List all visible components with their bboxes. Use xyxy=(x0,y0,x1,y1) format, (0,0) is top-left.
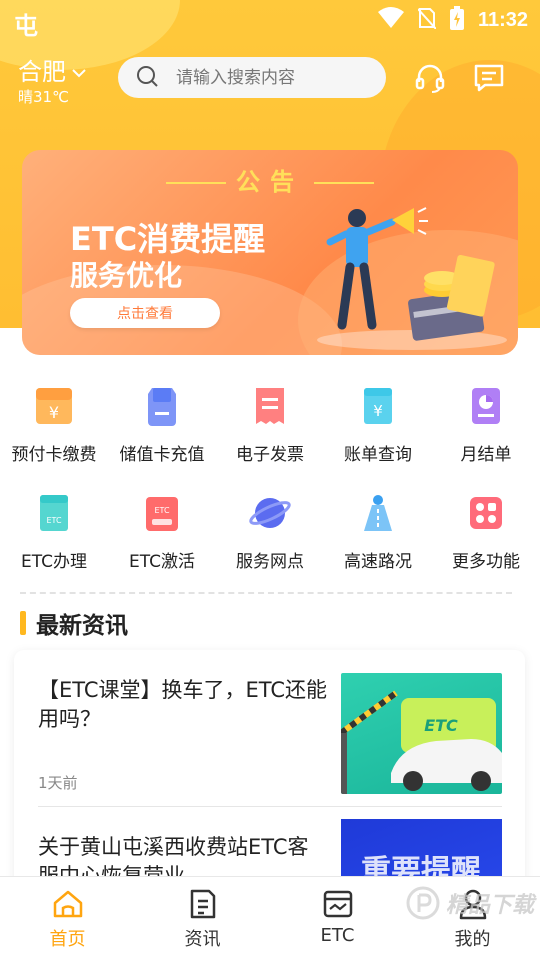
service-stored-value-recharge[interactable]: 储值卡充值 xyxy=(108,382,216,465)
wifi-icon xyxy=(377,7,404,33)
etc-card-icon xyxy=(321,887,355,921)
service-label: 账单查询 xyxy=(344,445,412,465)
service-label: ETC激活 xyxy=(129,552,195,572)
city-selector[interactable]: 合肥 xyxy=(18,52,86,87)
watermark: 精品下载 xyxy=(406,886,534,920)
service-label: 月结单 xyxy=(460,445,512,465)
service-label: 预付卡缴费 xyxy=(11,445,97,465)
search-icon xyxy=(136,65,158,91)
service-e-invoice[interactable]: 电子发票 xyxy=(216,382,324,465)
no-sim-icon xyxy=(417,7,437,33)
prepaid-card-icon: ¥ xyxy=(30,382,78,430)
customer-service-headset-icon[interactable] xyxy=(410,58,450,98)
banner-illustration xyxy=(317,207,507,350)
nav-label: 我的 xyxy=(454,929,491,950)
nav-etc[interactable]: ETC xyxy=(270,877,405,960)
news-item[interactable]: 【ETC课堂】换车了，ETC还能用吗？ 1天前 ETC xyxy=(14,650,525,806)
news-thumbnail-text: ETC xyxy=(424,716,458,735)
watermark-text: 精品下载 xyxy=(445,893,534,918)
bill-query-icon: ¥ xyxy=(354,382,402,430)
news-thumbnail: ETC xyxy=(341,673,502,794)
more-functions-icon xyxy=(462,489,510,537)
service-label: 高速路况 xyxy=(344,552,412,572)
nav-label: 资讯 xyxy=(184,929,221,950)
search-input[interactable] xyxy=(176,67,366,88)
news-section-title: 最新资讯 xyxy=(20,606,128,640)
service-monthly-statement[interactable]: 月结单 xyxy=(432,382,540,465)
status-bar: 屯 11:32 xyxy=(0,0,540,40)
status-time: 11:32 xyxy=(477,8,528,31)
services-grid: ¥ 预付卡缴费 储值卡充值 电子发票 ¥ 账单查询 月结单 ETC ETC办理 xyxy=(0,382,540,572)
svg-text:¥: ¥ xyxy=(49,403,59,422)
news-time: 1天前 xyxy=(38,774,78,792)
battery-charging-icon xyxy=(449,6,464,34)
status-icons: 11:32 xyxy=(377,6,528,34)
message-icon[interactable] xyxy=(469,58,509,98)
nav-label: 首页 xyxy=(49,929,86,950)
section-marker xyxy=(20,611,26,635)
svg-text:ETC: ETC xyxy=(46,516,61,525)
service-more[interactable]: 更多功能 xyxy=(432,489,540,572)
city-name: 合肥 xyxy=(18,58,66,86)
service-label: 储值卡充值 xyxy=(119,445,205,465)
svg-text:ETC: ETC xyxy=(154,506,169,515)
banner-view-button[interactable]: 点击查看 xyxy=(70,298,220,328)
nav-home[interactable]: 首页 xyxy=(0,877,135,960)
service-label: 更多功能 xyxy=(452,552,520,572)
app-notification-icon: 屯 xyxy=(14,12,38,40)
service-outlets[interactable]: 服务网点 xyxy=(216,489,324,572)
service-prepaid-payment[interactable]: ¥ 预付卡缴费 xyxy=(0,382,108,465)
chevron-down-icon xyxy=(72,56,86,84)
section-divider xyxy=(20,592,512,594)
news-headline: 【ETC课堂】换车了，ETC还能用吗？ xyxy=(38,678,328,731)
svg-text:¥: ¥ xyxy=(373,402,383,420)
home-icon xyxy=(51,887,85,921)
service-etc-activate[interactable]: ETC ETC激活 xyxy=(108,489,216,572)
banner-subtitle: 服务优化 xyxy=(70,259,183,292)
highway-traffic-icon xyxy=(354,489,402,537)
news-section-heading: 最新资讯 xyxy=(36,613,128,639)
service-etc-apply[interactable]: ETC ETC办理 xyxy=(0,489,108,572)
e-invoice-icon xyxy=(246,382,294,430)
etc-apply-icon: ETC xyxy=(30,489,78,537)
service-label: 服务网点 xyxy=(236,552,304,572)
service-bill-query[interactable]: ¥ 账单查询 xyxy=(324,382,432,465)
announcement-banner[interactable]: 公告 ETC消费提醒 服务优化 点击查看 xyxy=(22,150,518,355)
service-label: 电子发票 xyxy=(236,445,304,465)
weather-text: 晴31℃ xyxy=(18,88,69,106)
search-bar[interactable] xyxy=(118,57,386,98)
etc-activate-icon: ETC xyxy=(138,489,186,537)
service-label: ETC办理 xyxy=(21,552,87,572)
nav-label: ETC xyxy=(320,925,355,946)
watermark-logo-icon xyxy=(406,886,440,920)
service-outlet-icon xyxy=(246,489,294,537)
news-icon xyxy=(186,887,220,921)
monthly-statement-icon xyxy=(462,382,510,430)
nav-news[interactable]: 资讯 xyxy=(135,877,270,960)
banner-notice-heading: 公告 xyxy=(22,162,518,197)
service-highway-traffic[interactable]: 高速路况 xyxy=(324,489,432,572)
stored-value-card-icon xyxy=(138,382,186,430)
